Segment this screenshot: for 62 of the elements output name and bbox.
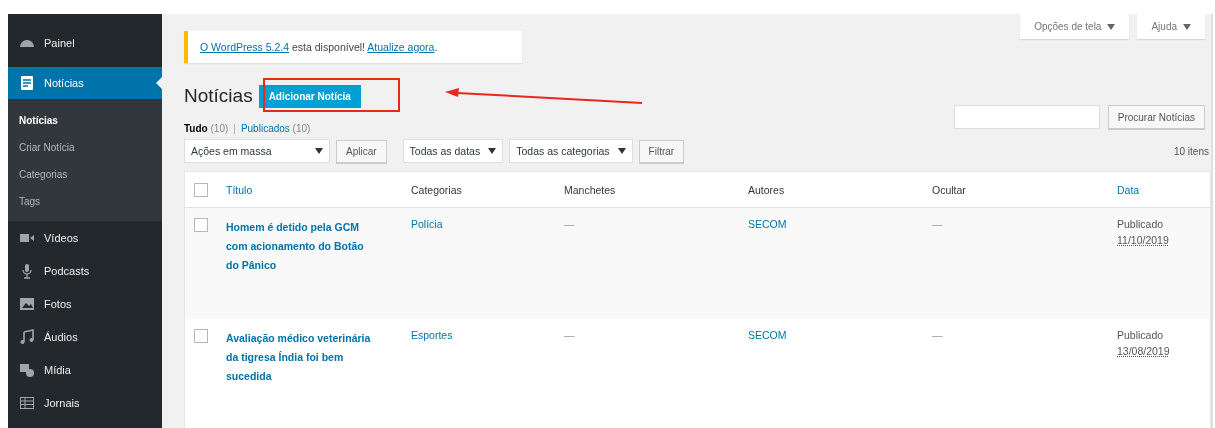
row-checkbox[interactable] bbox=[194, 329, 208, 343]
caret-icon bbox=[488, 148, 497, 154]
author-link[interactable]: SECOM bbox=[748, 218, 787, 230]
select-all-checkbox[interactable] bbox=[194, 182, 208, 197]
apply-button[interactable]: Aplicar bbox=[336, 139, 387, 163]
category-link[interactable]: Polícia bbox=[411, 218, 443, 230]
column-header[interactable]: Data bbox=[1117, 183, 1210, 196]
column-header: Autores bbox=[748, 183, 786, 196]
row-checkbox[interactable] bbox=[194, 218, 208, 232]
category-link[interactable]: Esportes bbox=[411, 329, 453, 341]
table-cell: — bbox=[932, 329, 943, 341]
table-cell: — bbox=[932, 218, 943, 230]
submenu-item[interactable]: Notícias bbox=[8, 107, 162, 134]
sidebar-item[interactable]: Áudios bbox=[8, 320, 162, 353]
separator: | bbox=[233, 123, 236, 134]
submenu-item[interactable]: Tags bbox=[8, 188, 162, 215]
search-field[interactable] bbox=[953, 105, 1100, 129]
bulk-actions-dropdown[interactable]: Ações em massa bbox=[184, 139, 330, 163]
submenu-item[interactable]: Categorias bbox=[8, 161, 162, 188]
update-message: O WordPress 5.2.4 esta disponível! Atualize agora. bbox=[200, 41, 439, 53]
microphone-icon bbox=[19, 262, 35, 279]
sidebar-item[interactable]: Fotos bbox=[8, 287, 162, 320]
table-cell: — bbox=[564, 329, 575, 341]
caret-icon bbox=[1107, 23, 1116, 30]
screen-options-button[interactable]: Ajuda bbox=[1137, 14, 1205, 39]
sidebar-item[interactable]: Podcasts bbox=[8, 254, 162, 287]
caret-icon bbox=[1183, 23, 1191, 30]
sidebar-item[interactable]: Notícias bbox=[8, 67, 162, 99]
caret-icon bbox=[617, 148, 626, 154]
post-title-link[interactable]: Avaliação médico veterinária da tigresa Índia foi bem sucedida bbox=[226, 329, 376, 386]
post-date: 13/08/2019 bbox=[1117, 345, 1170, 357]
item-count: 10 itens bbox=[1173, 145, 1210, 157]
status-filter-link[interactable]: Tudo (10) bbox=[184, 123, 229, 134]
sidebar-item[interactable]: Vídeos bbox=[8, 221, 162, 254]
sidebar-item[interactable]: Painel bbox=[8, 26, 162, 59]
table-cell: — bbox=[564, 218, 575, 230]
column-header: Ocultar bbox=[932, 183, 967, 196]
sidebar-item[interactable]: Mídia bbox=[8, 353, 162, 386]
column-header: Manchetes bbox=[564, 183, 617, 196]
music-note-icon bbox=[19, 328, 35, 345]
date-filter-dropdown[interactable]: Todas as datas bbox=[402, 139, 504, 163]
screen-options-button[interactable]: Opções de tela bbox=[1020, 14, 1130, 39]
sidebar-item[interactable]: Jornais bbox=[8, 386, 162, 419]
column-header[interactable]: Título bbox=[226, 183, 411, 196]
post-date: 11/10/2019 bbox=[1117, 234, 1169, 246]
filter-button[interactable]: Filtrar bbox=[638, 139, 685, 163]
status-filter-link[interactable]: Publicados (10) bbox=[240, 123, 311, 134]
category-filter-dropdown[interactable]: Todas as categorias bbox=[509, 139, 633, 163]
update-link[interactable]: O WordPress 5.2.4 bbox=[200, 41, 290, 53]
media-icon bbox=[19, 361, 35, 378]
page-title: Notícias bbox=[184, 85, 253, 107]
post-title-link[interactable]: Homem é detido pela GCM com acionamento do Botão do Pânico bbox=[226, 218, 376, 275]
post-status: Publicado bbox=[1117, 218, 1164, 230]
table-icon bbox=[19, 394, 35, 411]
author-link[interactable]: SECOM bbox=[748, 329, 787, 341]
submenu-item[interactable]: Criar Notícia bbox=[8, 134, 162, 161]
column-header: Categorias bbox=[411, 183, 463, 196]
document-icon bbox=[19, 75, 35, 91]
search-button[interactable]: Procurar Notícias bbox=[1107, 105, 1205, 129]
post-status: Publicado bbox=[1117, 329, 1164, 341]
image-icon bbox=[19, 295, 35, 312]
caret-icon bbox=[315, 148, 323, 154]
